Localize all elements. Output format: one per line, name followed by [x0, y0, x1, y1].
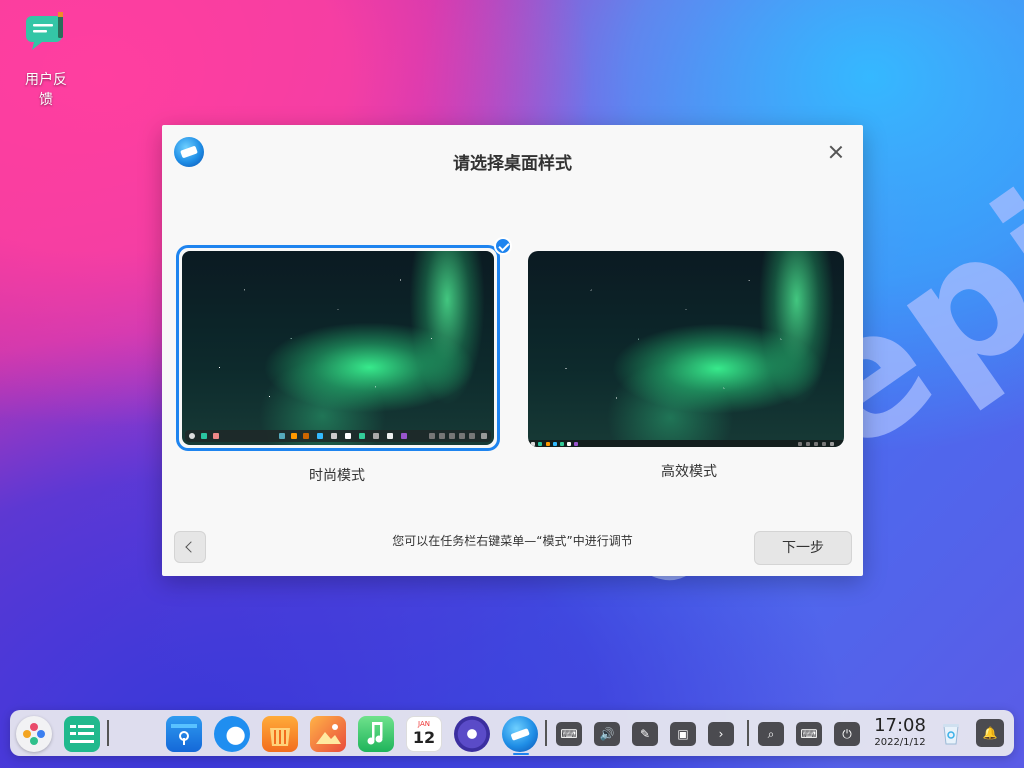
next-button[interactable]: 下一步 [754, 531, 852, 565]
efficient-mode-preview[interactable] [528, 251, 844, 447]
selected-check-icon [494, 237, 512, 255]
option-fashion-mode[interactable]: 时尚模式 [176, 237, 512, 485]
keyboard-layout-icon[interactable]: ⌨ [796, 722, 822, 746]
onboard-keyboard-icon[interactable]: ⌨ [556, 722, 582, 746]
option-label: 高效模式 [661, 464, 717, 480]
fashion-mode-preview[interactable] [176, 245, 500, 451]
dialog-title: 请选择桌面样式 [453, 154, 572, 174]
close-icon[interactable] [825, 141, 847, 163]
feedback-icon [26, 12, 63, 50]
trash-icon[interactable] [936, 718, 966, 748]
clock-time: 17:08 [874, 715, 926, 736]
app-store-icon[interactable] [166, 716, 202, 752]
active-app-indicator [513, 753, 529, 755]
mini-dock-centered [185, 430, 491, 442]
volume-icon[interactable]: 🔊 [594, 722, 620, 746]
notification-bell-icon[interactable]: 🔔 [976, 719, 1004, 747]
image-viewer-icon[interactable] [310, 716, 346, 752]
option-label: 时尚模式 [309, 468, 365, 484]
desktop-icon-label: 用户反 馈 [25, 72, 67, 108]
welcome-icon[interactable] [502, 716, 538, 752]
brightness-icon[interactable]: ✎ [632, 722, 658, 746]
calendar-day: 12 [412, 728, 436, 747]
calendar-icon[interactable]: JAN 12 [406, 716, 442, 752]
aurora-wallpaper-preview [528, 251, 844, 447]
multitasking-view-icon[interactable] [64, 716, 100, 752]
search-icon[interactable]: ⌕ [758, 722, 784, 746]
music-icon[interactable] [358, 716, 394, 752]
launcher-icon[interactable] [16, 716, 52, 752]
browser-icon[interactable] [214, 716, 250, 752]
clock[interactable]: 17:08 2022/1/12 [872, 716, 928, 750]
deepin-store-icon[interactable] [262, 716, 298, 752]
taskbar: JAN 12 ⌨ 🔊 ✎ ▣ › ⌕ ⌨ ⏻ 17:08 2022/1/12 🔔 [10, 710, 1014, 756]
option-efficient-mode[interactable]: 高效模式 [528, 245, 850, 481]
display-icon[interactable]: ▣ [670, 722, 696, 746]
desktop-style-dialog: 请选择桌面样式 时尚模式 高效模式 您可以在任务栏右键菜单—“模式”中进行调节 … [162, 125, 863, 576]
aurora-wallpaper-preview [182, 251, 494, 445]
clock-date: 2022/1/12 [874, 737, 926, 748]
control-center-icon[interactable] [454, 716, 490, 752]
desktop-icon-feedback[interactable]: 用户反 馈 [14, 12, 78, 110]
mini-dock-flat [528, 440, 844, 447]
power-icon[interactable]: ⏻ [834, 722, 860, 746]
expand-icon[interactable]: › [708, 722, 734, 746]
